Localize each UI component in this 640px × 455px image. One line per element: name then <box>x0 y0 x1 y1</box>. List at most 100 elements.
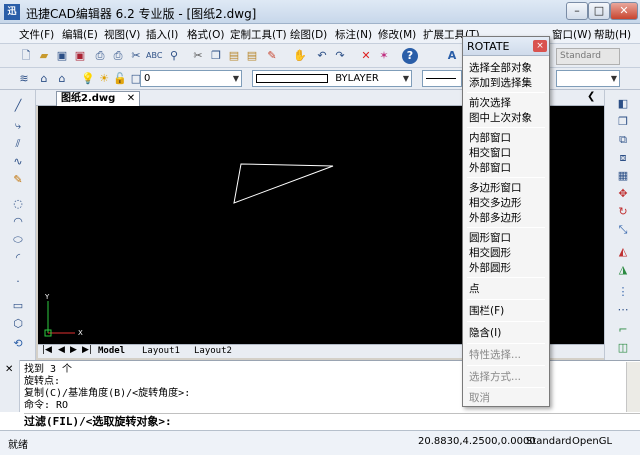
sketch-tool-icon[interactable]: ✎ <box>10 172 26 188</box>
menu-tools[interactable]: 定制工具(T) <box>230 27 287 42</box>
lineweight-dropdown[interactable] <box>422 70 462 87</box>
document-tab[interactable]: 图纸2.dwg ✕ <box>56 91 141 106</box>
menu-item-circle-window[interactable]: 圆形窗口 <box>469 230 511 245</box>
save-icon[interactable]: ▣ <box>54 48 70 64</box>
menu-item-point[interactable]: 点 <box>469 281 480 296</box>
match-properties-icon[interactable]: ✎ <box>264 48 280 64</box>
new-file-icon[interactable]: 🗋 <box>18 48 34 64</box>
layer-lock-icon[interactable]: 🔓 <box>112 71 128 87</box>
layer-freeze-sun-icon[interactable]: ☀ <box>96 71 112 87</box>
text-style-icon[interactable]: A <box>444 48 460 64</box>
ellipse-tool-icon[interactable]: ⬭ <box>10 232 26 248</box>
close-window-button[interactable]: ✕ <box>610 2 638 20</box>
spline-tool-icon[interactable]: ∿ <box>10 154 26 170</box>
menu-item-fence[interactable]: 围栏(F) <box>469 303 504 318</box>
print-preview-icon[interactable]: ⎙ <box>110 48 126 64</box>
scale-tool-icon[interactable]: ⤡ <box>615 222 631 238</box>
menu-item-implied[interactable]: 隐含(I) <box>469 325 501 340</box>
layer-state-icon[interactable]: ⌂ <box>54 71 70 87</box>
extend-tool-icon[interactable]: ⋮ <box>615 284 631 300</box>
undo-icon[interactable]: ↶ <box>314 48 330 64</box>
offset-tool-icon[interactable]: ⧈ <box>615 150 631 166</box>
polyline-tool-icon[interactable]: ⤷ <box>10 118 26 134</box>
stretch-tool-icon[interactable]: ◭ <box>615 244 631 260</box>
status-renderer[interactable]: OpenGL <box>572 436 612 447</box>
menu-item-previous-selection[interactable]: 前次选择 <box>469 95 511 110</box>
menu-help[interactable]: 帮助(H) <box>594 27 631 42</box>
status-style[interactable]: Standard <box>526 436 572 447</box>
menu-format[interactable]: 格式(O) <box>187 27 224 42</box>
pan-hand-icon[interactable]: ✋ <box>292 48 308 64</box>
menu-item-last-object[interactable]: 图中上次对象 <box>469 110 532 125</box>
menu-item-circle-outside[interactable]: 外部圆形 <box>469 260 511 275</box>
menu-item-polygon-window[interactable]: 多边形窗口 <box>469 180 522 195</box>
help-icon[interactable]: ? <box>402 48 418 64</box>
spell-check-icon[interactable]: ABC <box>146 48 162 64</box>
rotate-tool-icon[interactable]: ↻ <box>615 204 631 220</box>
menu-item-select-all[interactable]: 选择全部对象 <box>469 60 532 75</box>
menu-item-circle-crossing[interactable]: 相交圆形 <box>469 245 511 260</box>
chamfer-tool-icon[interactable]: ⌐ <box>615 322 631 338</box>
menu-window[interactable]: 窗口(W) <box>552 27 592 42</box>
triangle-shape[interactable] <box>233 163 334 204</box>
last-layout-icon[interactable]: ▶| <box>82 345 92 355</box>
prev-layout-icon[interactable]: ◀ <box>58 345 65 355</box>
command-input[interactable]: 过滤(FIL)/<选取旋转对象>: <box>24 413 640 429</box>
menu-item-add-to-selection[interactable]: 添加到选择集 <box>469 75 532 90</box>
first-layout-icon[interactable]: |◀ <box>42 345 52 355</box>
menu-file[interactable]: 文件(F) <box>19 27 54 42</box>
layers-icon[interactable]: ≋ <box>16 71 32 87</box>
menu-item-polygon-crossing[interactable]: 相交多边形 <box>469 195 522 210</box>
close-panel-icon[interactable]: ✕ <box>5 364 13 375</box>
erase-tool-icon[interactable]: ◧ <box>615 96 631 112</box>
command-scrollbar[interactable] <box>626 362 640 412</box>
menu-item-polygon-outside[interactable]: 外部多边形 <box>469 210 522 225</box>
menu-draw[interactable]: 绘图(D) <box>290 27 327 42</box>
copy-tool-icon[interactable]: ❐ <box>615 114 631 130</box>
layout-tab-model[interactable]: Model <box>98 345 125 358</box>
plot-style-dropdown[interactable]: ▼ <box>556 70 620 87</box>
move-tool-icon[interactable]: ✥ <box>615 186 631 202</box>
menu-view[interactable]: 视图(V) <box>104 27 140 42</box>
menu-item-window-inside[interactable]: 内部窗口 <box>469 130 511 145</box>
layout-tab-layout2[interactable]: Layout2 <box>194 345 232 358</box>
arc-tool-icon[interactable]: ◠ <box>10 214 26 230</box>
point-tool-icon[interactable]: · <box>10 274 26 290</box>
print-icon[interactable]: ⎙ <box>92 48 108 64</box>
mirror-tool-icon[interactable]: ⧉ <box>615 132 631 148</box>
rectangle-tool-icon[interactable]: ▭ <box>10 298 26 314</box>
hatch-tool-icon[interactable]: ⟲ <box>10 336 26 352</box>
menu-dimension[interactable]: 标注(N) <box>335 27 372 42</box>
layer-on-lightbulb-icon[interactable]: 💡 <box>80 71 96 87</box>
circle-tool-icon[interactable]: ◌ <box>10 196 26 212</box>
line-tool-icon[interactable]: ╱ <box>10 98 26 114</box>
break-tool-icon[interactable]: ⋯ <box>615 302 631 318</box>
redo-icon[interactable]: ↷ <box>332 48 348 64</box>
paste-special-icon[interactable]: ▤ <box>244 48 260 64</box>
minimize-button[interactable]: – <box>566 2 588 20</box>
paste-icon[interactable]: ▤ <box>226 48 242 64</box>
copy-icon[interactable]: ❐ <box>208 48 224 64</box>
menu-modify[interactable]: 修改(M) <box>378 27 416 42</box>
menu-edit[interactable]: 编辑(E) <box>62 27 98 42</box>
menu-item-window-outside[interactable]: 外部窗口 <box>469 160 511 175</box>
menu-item-selection-mode[interactable]: 选择方式... <box>469 369 521 384</box>
menu-item-cancel[interactable]: 取消 <box>469 390 490 405</box>
command-panel-handle[interactable]: ✕ <box>0 360 20 412</box>
cut-icon[interactable]: ✂ <box>128 48 144 64</box>
fillet-tool-icon[interactable]: ◫ <box>615 340 631 356</box>
erase-icon[interactable]: ✶ <box>376 48 392 64</box>
text-style-combo[interactable]: Standard <box>556 48 620 65</box>
find-icon[interactable]: ⚲ <box>166 48 182 64</box>
next-layout-icon[interactable]: ▶ <box>70 345 77 355</box>
menu-insert[interactable]: 插入(I) <box>146 27 178 42</box>
layer-dropdown[interactable]: 0 ▼ <box>140 70 242 87</box>
delete-icon[interactable]: ✕ <box>358 48 374 64</box>
polygon-tool-icon[interactable]: ⬡ <box>10 316 26 332</box>
layer-previous-icon[interactable]: ⌂ <box>36 71 52 87</box>
linetype-dropdown[interactable]: BYLAYER ▼ <box>252 70 412 87</box>
elliptical-arc-tool-icon[interactable]: ◜ <box>10 250 26 266</box>
maximize-button[interactable]: □ <box>588 2 610 20</box>
menu-item-window-crossing[interactable]: 相交窗口 <box>469 145 511 160</box>
trim-tool-icon[interactable]: ◮ <box>615 262 631 278</box>
